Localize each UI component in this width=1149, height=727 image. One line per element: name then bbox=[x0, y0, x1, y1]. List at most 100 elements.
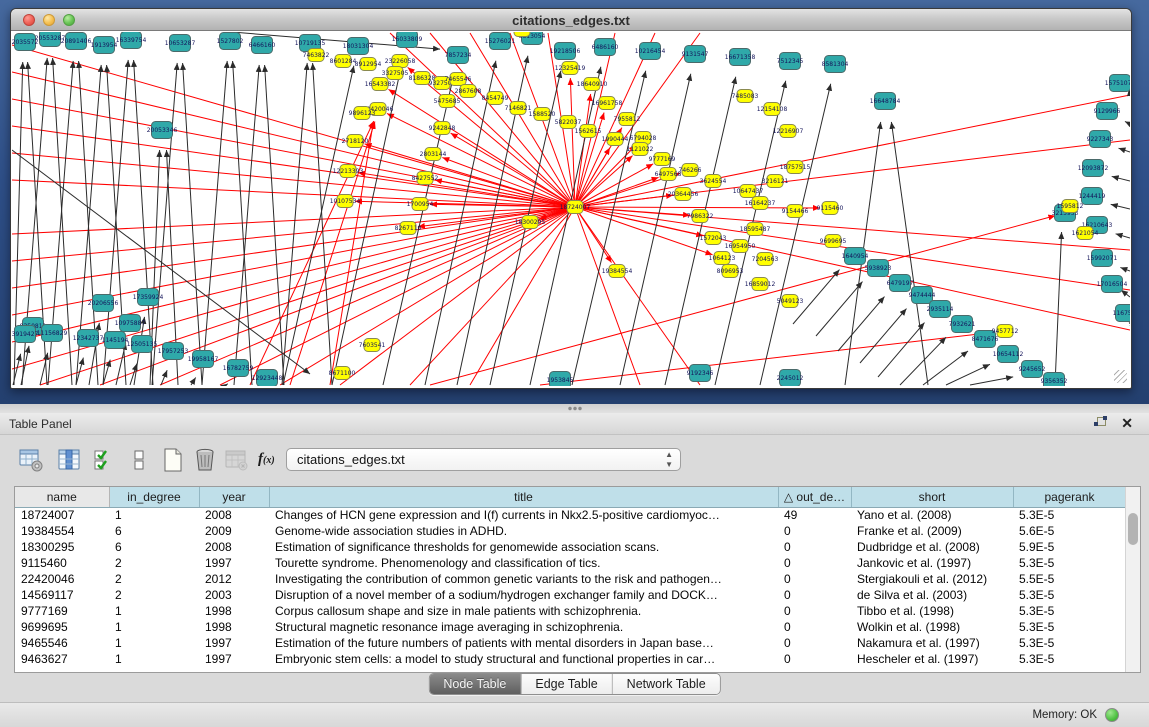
graph-edge[interactable] bbox=[900, 337, 946, 385]
row-chooser-icon[interactable] bbox=[126, 447, 152, 473]
table-cell[interactable]: 2008 bbox=[199, 539, 269, 555]
graph-edge[interactable] bbox=[1055, 232, 1062, 385]
network-graph[interactable]: 1872400720355722055328720891406191395416… bbox=[12, 32, 1130, 386]
graph-edge[interactable] bbox=[265, 65, 284, 385]
table-cell[interactable]: Embryonic stem cells: a model to study s… bbox=[269, 651, 778, 667]
graph-edge[interactable] bbox=[282, 63, 307, 385]
table-cell[interactable]: 2 bbox=[109, 555, 199, 571]
table-cell[interactable]: 0 bbox=[778, 619, 851, 635]
table-cell[interactable]: 5.3E-5 bbox=[1013, 635, 1126, 651]
select-columns-icon[interactable] bbox=[92, 447, 118, 473]
table-cell[interactable]: 2009 bbox=[199, 523, 269, 539]
show-column-icon[interactable] bbox=[56, 447, 82, 473]
graph-edge[interactable] bbox=[283, 66, 354, 385]
divider-handle-icon[interactable] bbox=[567, 406, 583, 411]
table-cell[interactable]: Wolkin et al. (1998) bbox=[851, 619, 1013, 635]
table-cell[interactable]: Genome-wide association studies in ADHD. bbox=[269, 523, 778, 539]
resize-grip-icon[interactable] bbox=[1114, 370, 1127, 383]
graph-edge[interactable] bbox=[191, 377, 196, 385]
tab-network-table[interactable]: Network Table bbox=[613, 674, 720, 694]
table-cell[interactable]: Estimation of significance thresholds fo… bbox=[269, 539, 778, 555]
table-cell[interactable]: 1997 bbox=[199, 555, 269, 571]
table-settings-icon[interactable] bbox=[18, 447, 44, 473]
graph-edge[interactable] bbox=[923, 351, 968, 385]
graph-edge[interactable] bbox=[1112, 176, 1130, 181]
graph-edge[interactable] bbox=[340, 207, 575, 385]
graph-edge[interactable] bbox=[280, 207, 575, 385]
table-cell[interactable]: 9463627 bbox=[15, 651, 109, 667]
table-row[interactable]: 911546021997Tourette syndrome. Phenomeno… bbox=[15, 555, 1126, 571]
table-row[interactable]: 969969511998Structural magnetic resonanc… bbox=[15, 619, 1126, 635]
table-row[interactable]: 2242004622012Investigating the contribut… bbox=[15, 571, 1126, 587]
window-titlebar[interactable]: citations_edges.txt bbox=[11, 9, 1131, 31]
table-selector-dropdown[interactable]: citations_edges.txt ▲▼ bbox=[286, 448, 681, 471]
table-cell[interactable]: 2 bbox=[109, 571, 199, 587]
float-panel-icon[interactable] bbox=[1094, 417, 1107, 430]
table-cell[interactable]: Yano et al. (2008) bbox=[851, 507, 1013, 523]
table-scrollbar[interactable] bbox=[1125, 487, 1140, 672]
table-cell[interactable]: Corpus callosum shape and size in male p… bbox=[269, 603, 778, 619]
table-cell[interactable]: 1998 bbox=[199, 603, 269, 619]
table-cell[interactable]: 0 bbox=[778, 603, 851, 619]
table-cell[interactable]: 49 bbox=[778, 507, 851, 523]
graph-edge[interactable] bbox=[365, 144, 575, 207]
graph-edge[interactable] bbox=[152, 63, 177, 385]
table-cell[interactable]: Franke et al. (2009) bbox=[851, 523, 1013, 539]
table-cell[interactable]: 1 bbox=[109, 603, 199, 619]
graph-edge[interactable] bbox=[1120, 267, 1130, 271]
table-cell[interactable]: 0 bbox=[778, 651, 851, 667]
table-cell[interactable]: Nakamura et al. (1997) bbox=[851, 635, 1013, 651]
graph-edge[interactable] bbox=[425, 61, 496, 385]
table-cell[interactable]: 5.5E-5 bbox=[1013, 571, 1126, 587]
graph-edge[interactable] bbox=[891, 122, 928, 385]
scrollbar-thumb[interactable] bbox=[1128, 513, 1138, 545]
table-row[interactable]: 946362711997Embryonic stem cells: a mode… bbox=[15, 651, 1126, 667]
table-cell[interactable]: 1 bbox=[109, 507, 199, 523]
column-header-out_de[interactable]: △ out_de… bbox=[778, 487, 851, 507]
table-cell[interactable]: Stergiakouli et al. (2012) bbox=[851, 571, 1013, 587]
table-cell[interactable]: 5.9E-5 bbox=[1013, 539, 1126, 555]
table-cell[interactable]: Estimation of the future numbers of pati… bbox=[269, 635, 778, 651]
graph-edge[interactable] bbox=[160, 207, 575, 385]
table-cell[interactable]: 0 bbox=[778, 539, 851, 555]
graph-edge[interactable] bbox=[878, 323, 925, 377]
function-builder-icon[interactable]: f(x) bbox=[258, 451, 284, 477]
table-row[interactable]: 977716911998Corpus callosum shape and si… bbox=[15, 603, 1126, 619]
table-cell[interactable]: 5.3E-5 bbox=[1013, 507, 1126, 523]
table-cell[interactable]: 0 bbox=[778, 555, 851, 571]
table-cell[interactable]: Tibbo et al. (1998) bbox=[851, 603, 1013, 619]
graph-edge[interactable] bbox=[12, 126, 575, 207]
graph-edge[interactable] bbox=[1118, 148, 1130, 152]
table-cell[interactable]: 5.3E-5 bbox=[1013, 587, 1126, 603]
table-row[interactable]: 1938455462009Genome-wide association stu… bbox=[15, 523, 1126, 539]
graph-edge[interactable] bbox=[12, 207, 575, 288]
table-cell[interactable]: 18724007 bbox=[15, 507, 109, 523]
table-cell[interactable]: 9777169 bbox=[15, 603, 109, 619]
table-cell[interactable]: 1997 bbox=[199, 651, 269, 667]
table-cell[interactable]: 5.3E-5 bbox=[1013, 651, 1126, 667]
table-row[interactable]: 946554611997Estimation of the future num… bbox=[15, 635, 1126, 651]
table-cell[interactable]: Jankovic et al. (1997) bbox=[851, 555, 1013, 571]
graph-edge[interactable] bbox=[1121, 290, 1130, 297]
table-cell[interactable]: Changes of HCN gene expression and I(f) … bbox=[269, 507, 778, 523]
network-canvas[interactable]: 1872400720355722055328720891406191395416… bbox=[12, 32, 1130, 386]
table-cell[interactable]: Investigating the contribution of common… bbox=[269, 571, 778, 587]
table-cell[interactable]: 5.6E-5 bbox=[1013, 523, 1126, 539]
table-cell[interactable]: Dudbridge et al. (2008) bbox=[851, 539, 1013, 555]
tab-edge-table[interactable]: Edge Table bbox=[521, 674, 612, 694]
graph-edge[interactable] bbox=[202, 61, 227, 385]
graph-edge[interactable] bbox=[575, 207, 700, 385]
table-cell[interactable]: 5.3E-5 bbox=[1013, 603, 1126, 619]
new-table-icon[interactable] bbox=[160, 447, 186, 473]
graph-edge[interactable] bbox=[946, 364, 990, 385]
graph-edge[interactable] bbox=[575, 207, 612, 263]
table-cell[interactable]: 0 bbox=[778, 587, 851, 603]
graph-edge[interactable] bbox=[226, 384, 228, 385]
table-cell[interactable]: 5.3E-5 bbox=[1013, 555, 1126, 571]
table-cell[interactable]: 9115460 bbox=[15, 555, 109, 571]
graph-edge[interactable] bbox=[12, 153, 575, 207]
graph-edge[interactable] bbox=[1116, 234, 1130, 238]
table-cell[interactable]: 0 bbox=[778, 571, 851, 587]
table-cell[interactable]: 5.3E-5 bbox=[1013, 619, 1126, 635]
column-header-in_degree[interactable]: in_degree bbox=[109, 487, 199, 507]
